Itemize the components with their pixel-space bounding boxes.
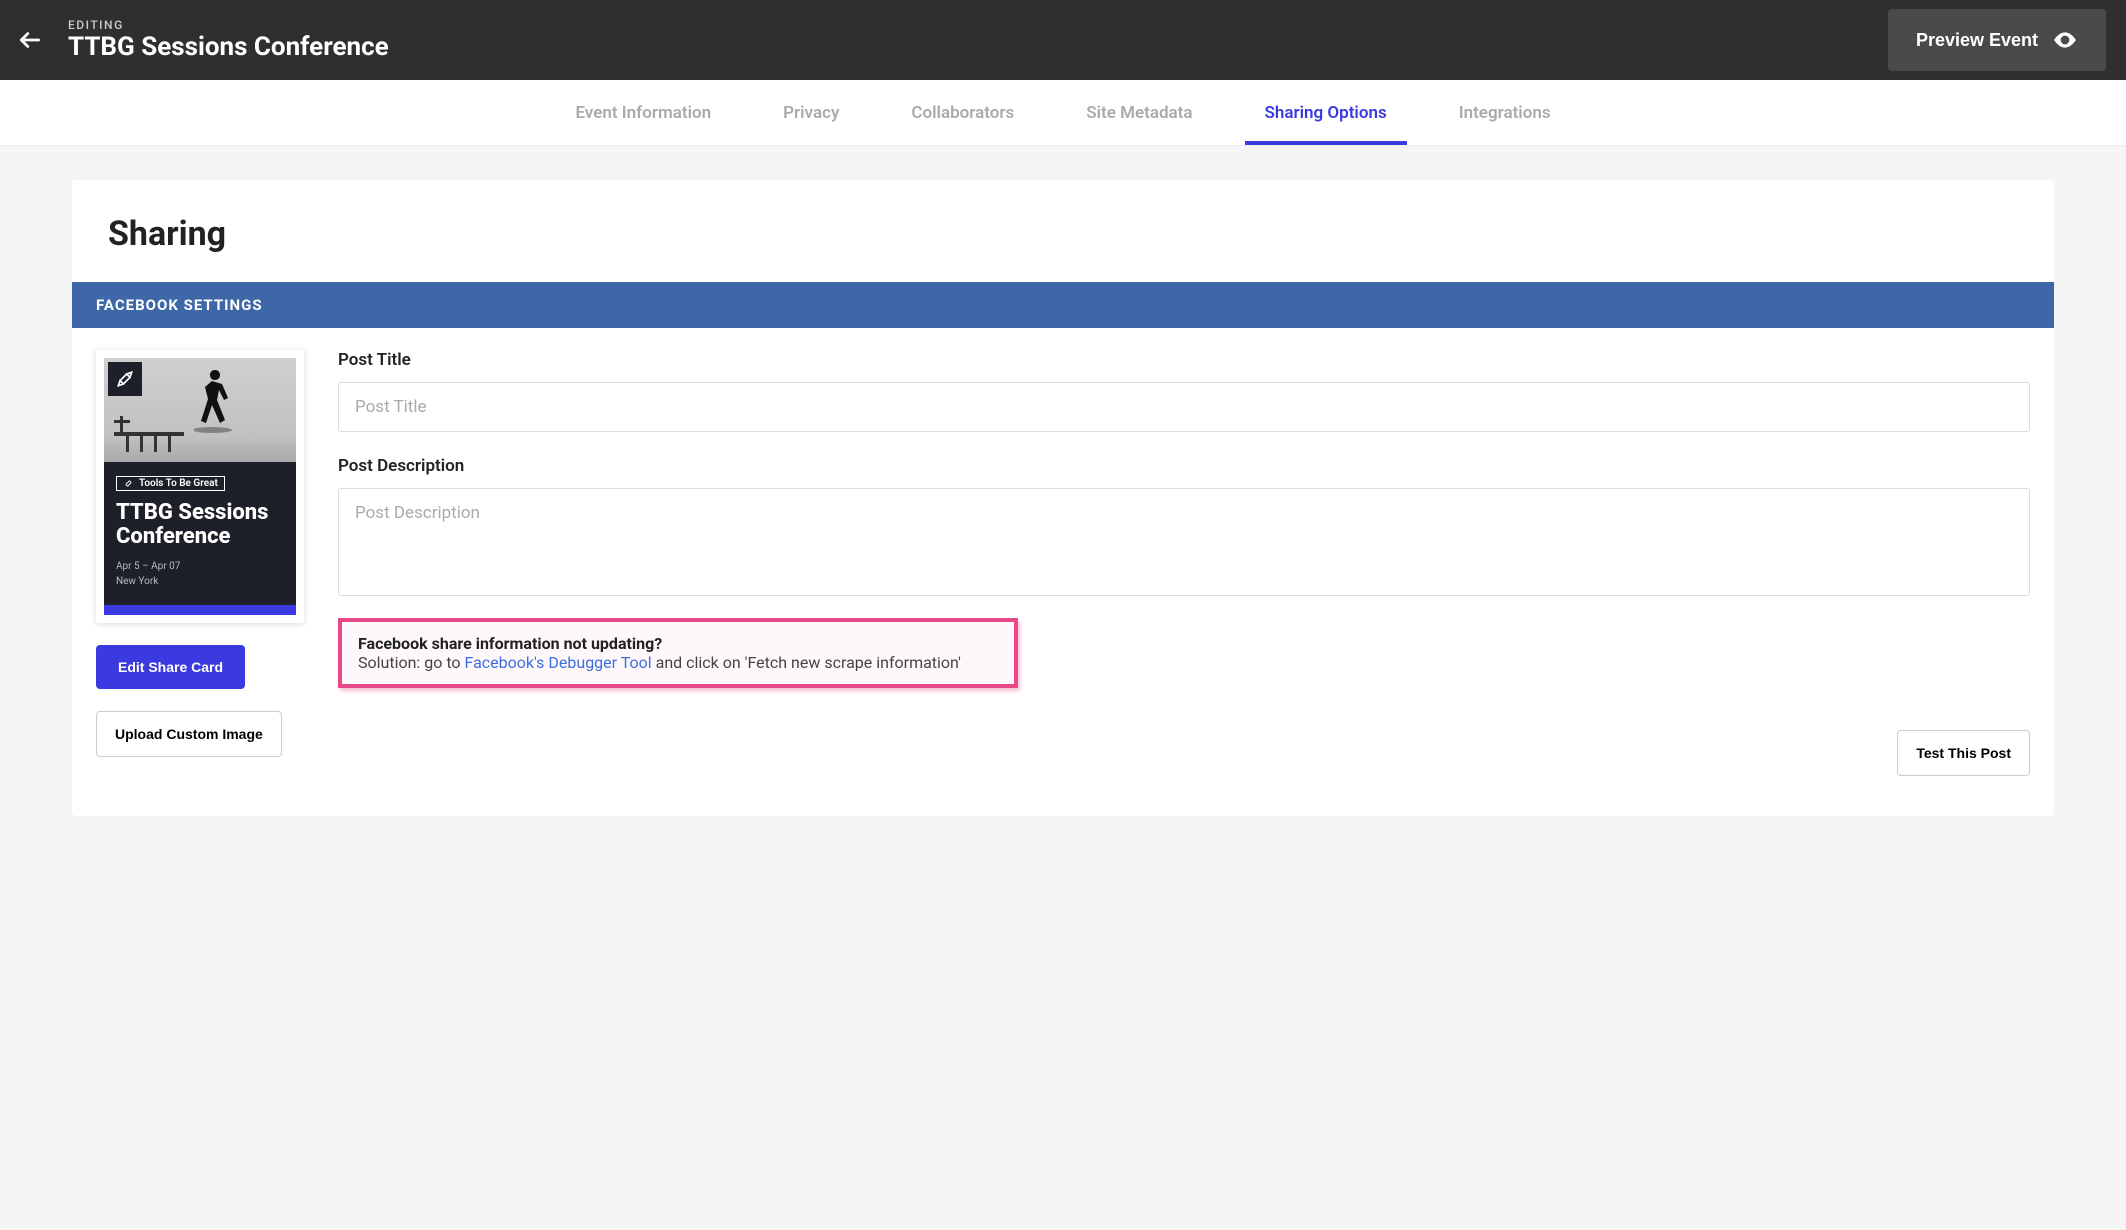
tab-collaborators[interactable]: Collaborators — [911, 80, 1014, 145]
share-card-logo-badge — [108, 362, 142, 396]
test-row: Test This Post — [338, 730, 2030, 776]
edit-share-card-button[interactable]: Edit Share Card — [96, 645, 245, 689]
share-card-date: Apr 5 – Apr 07 — [116, 559, 284, 574]
callout-text: Solution: go to Facebook's Debugger Tool… — [358, 653, 998, 672]
panel: Sharing FACEBOOK SETTINGS — [72, 180, 2054, 816]
share-card-image — [104, 358, 296, 462]
preview-event-label: Preview Event — [1916, 30, 2038, 51]
upload-custom-image-button[interactable]: Upload Custom Image — [96, 711, 282, 757]
arrow-left-icon — [17, 27, 43, 53]
share-card-brand-label: Tools To Be Great — [139, 478, 218, 489]
tab-integrations[interactable]: Integrations — [1459, 80, 1551, 145]
share-card-column: Tools To Be Great TTBG Sessions Conferen… — [96, 350, 304, 757]
tab-privacy[interactable]: Privacy — [783, 80, 839, 145]
tab-event-information[interactable]: Event Information — [575, 80, 711, 145]
header-left: EDITING TTBG Sessions Conference — [10, 18, 389, 62]
post-description-label: Post Description — [338, 456, 2030, 476]
page-title: Sharing — [108, 214, 2018, 254]
content-wrap: Sharing FACEBOOK SETTINGS — [0, 146, 2126, 850]
callout-title: Facebook share information not updating? — [358, 634, 998, 653]
post-description-field: Post Description — [338, 456, 2030, 600]
pier-silhouette — [114, 416, 184, 452]
share-card-inner: Tools To Be Great TTBG Sessions Conferen… — [104, 358, 296, 615]
tools-icon — [123, 478, 134, 489]
header-titles: EDITING TTBG Sessions Conference — [68, 18, 389, 62]
share-card-meta: Apr 5 – Apr 07 New York — [116, 559, 284, 589]
share-card-title: TTBG Sessions Conference — [116, 501, 284, 549]
test-this-post-button[interactable]: Test This Post — [1897, 730, 2030, 776]
post-description-input[interactable] — [338, 488, 2030, 596]
panel-inner: Sharing — [72, 214, 2054, 254]
facebook-debugger-link[interactable]: Facebook's Debugger Tool — [465, 653, 652, 672]
header-title: TTBG Sessions Conference — [68, 32, 389, 62]
tab-site-metadata[interactable]: Site Metadata — [1086, 80, 1192, 145]
preview-event-button[interactable]: Preview Event — [1888, 9, 2106, 71]
callout-text-prefix: Solution: go to — [358, 653, 465, 672]
share-card-preview: Tools To Be Great TTBG Sessions Conferen… — [96, 350, 304, 623]
facebook-area: Tools To Be Great TTBG Sessions Conferen… — [72, 350, 2054, 776]
header-kicker: EDITING — [68, 18, 389, 32]
tools-icon — [115, 369, 135, 389]
facebook-section-header: FACEBOOK SETTINGS — [72, 282, 2054, 328]
share-card-location: New York — [116, 574, 284, 589]
share-card-brand-pill: Tools To Be Great — [116, 476, 225, 491]
header-bar: EDITING TTBG Sessions Conference Preview… — [0, 0, 2126, 80]
eye-icon — [2052, 27, 2078, 53]
surfer-silhouette — [194, 366, 236, 436]
tab-sharing-options[interactable]: Sharing Options — [1265, 80, 1387, 145]
facebook-debug-callout: Facebook share information not updating?… — [338, 618, 1018, 688]
back-button[interactable] — [10, 20, 50, 60]
facebook-form: Post Title Post Description Facebook sha… — [338, 350, 2030, 776]
share-card-body: Tools To Be Great TTBG Sessions Conferen… — [104, 462, 296, 605]
share-card-stripe — [104, 605, 296, 615]
post-title-label: Post Title — [338, 350, 2030, 370]
post-title-field: Post Title — [338, 350, 2030, 432]
callout-text-suffix: and click on 'Fetch new scrape informati… — [652, 653, 961, 672]
post-title-input[interactable] — [338, 382, 2030, 432]
tab-bar: Event Information Privacy Collaborators … — [0, 80, 2126, 146]
